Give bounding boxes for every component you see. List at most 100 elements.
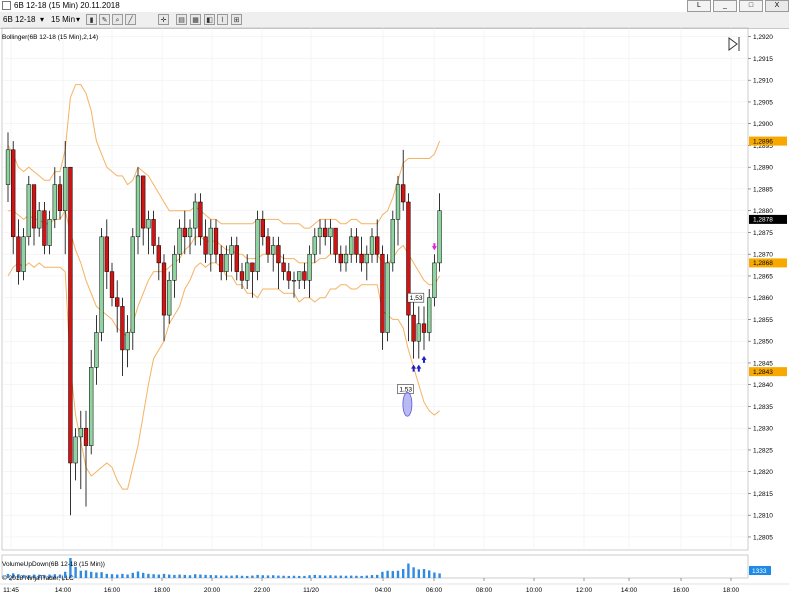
candle-body: [198, 201, 203, 238]
candle: [42, 202, 47, 255]
candle-body: [401, 184, 406, 203]
candle-body: [57, 184, 63, 211]
buy-arrow-icon: [411, 364, 417, 372]
candle-body: [250, 262, 255, 272]
candle-body: [104, 236, 109, 272]
y-tick-label: 1,2860: [753, 295, 773, 302]
volume-bar: [209, 575, 212, 578]
candle-body: [375, 236, 380, 255]
candle-body: [437, 210, 442, 264]
candle-body: [130, 236, 135, 333]
candle-body: [390, 219, 395, 264]
candle: [328, 219, 333, 255]
candle: [234, 236, 239, 281]
x-tick-label: 12:00: [576, 587, 593, 594]
volume-bar: [230, 575, 233, 578]
candle: [302, 262, 307, 289]
candle-body: [203, 236, 208, 255]
candle-body: [416, 323, 421, 342]
volume-bar: [261, 575, 264, 578]
middle-band-line: [8, 209, 441, 338]
candle: [380, 245, 385, 350]
candle-body: [68, 166, 73, 464]
order-label: 1,53: [397, 384, 414, 394]
x-tick-label: 14:00: [55, 587, 72, 594]
volume-bar: [355, 575, 358, 578]
y-tick-label: 1,2865: [753, 273, 773, 280]
selection-ellipse: [402, 391, 413, 417]
volume-bar: [277, 575, 280, 578]
buy-arrow-icon: [421, 355, 427, 363]
candle: [416, 306, 421, 359]
candle: [229, 236, 234, 272]
candle: [120, 297, 125, 376]
candle-body: [73, 436, 78, 464]
scroll-to-end-icon[interactable]: [728, 37, 740, 51]
candle-body: [271, 245, 276, 255]
y-tick-label: 1,2830: [753, 426, 773, 433]
chart-grid: [1, 27, 749, 579]
candle: [312, 228, 317, 263]
volume-bar: [412, 567, 415, 578]
candle: [172, 245, 177, 298]
y-tick-label: 1,2905: [753, 99, 773, 106]
candle-body: [63, 166, 68, 211]
volume-bar: [303, 575, 306, 578]
chart-area[interactable]: 1,53 1,53 1,2920 1,2915 1,2910 1,2905 1,2900 1…: [0, 0, 789, 600]
y-tick-label: 1,2855: [753, 317, 773, 324]
volume-bar: [324, 575, 327, 578]
candle: [68, 166, 73, 516]
y-tick-label: 1,2890: [753, 165, 773, 172]
volume-tag-text: 1333: [752, 568, 767, 575]
volume-bar: [116, 574, 119, 578]
y-tick-label: 1,2875: [753, 230, 773, 237]
x-tick-label: 16:00: [673, 587, 690, 594]
volume-bar: [225, 575, 228, 578]
volume-bar: [157, 574, 160, 578]
volume-bar: [422, 569, 426, 578]
volume-bar: [256, 574, 259, 578]
candle: [343, 245, 349, 272]
candle-body: [286, 271, 291, 281]
candle-body: [52, 184, 57, 220]
candle-body: [224, 253, 229, 272]
candle: [437, 193, 442, 272]
candle-body: [245, 262, 250, 281]
x-tick-label: 10:00: [526, 587, 543, 594]
candle: [63, 141, 68, 255]
volume-bar: [173, 574, 176, 578]
volume-bar: [152, 574, 155, 578]
candle-body: [135, 175, 141, 238]
candle-body: [312, 236, 317, 255]
candle-body: [276, 245, 281, 264]
candle-body: [219, 253, 224, 272]
candle-body: [239, 271, 245, 281]
x-tick-label: 18:00: [723, 587, 740, 594]
volume-bar: [220, 575, 223, 578]
volume-bar: [308, 575, 311, 578]
candle: [271, 236, 276, 272]
volume-bar: [360, 575, 363, 578]
volume-bar: [79, 570, 82, 578]
candle-body: [156, 245, 161, 264]
candle-body: [432, 262, 437, 298]
volume-bar: [240, 575, 244, 578]
volume-bar: [313, 574, 316, 578]
candle-body: [234, 245, 239, 272]
candle-body: [89, 367, 94, 446]
candle: [385, 254, 390, 342]
candle-body: [343, 253, 349, 264]
x-tick-label: 18:00: [154, 587, 171, 594]
volume-bar: [194, 574, 197, 578]
volume-bar: [298, 575, 301, 578]
lower-band-price-tag: 1,2843: [749, 367, 787, 377]
y-tick-label: 1,2805: [753, 534, 773, 541]
candle: [364, 245, 369, 281]
candle: [156, 236, 161, 281]
candle-body: [5, 149, 11, 185]
volume-bar: [136, 571, 140, 578]
y-tick-label: 1,2825: [753, 447, 773, 454]
candle: [37, 202, 42, 237]
y-tick-label: 1,2880: [753, 208, 773, 215]
candle-body: [369, 236, 375, 255]
